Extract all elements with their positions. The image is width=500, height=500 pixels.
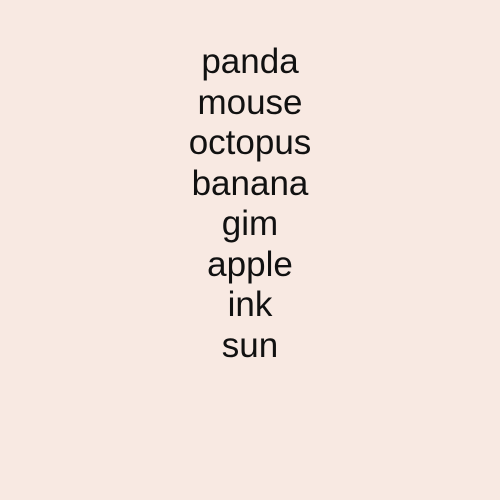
word-item: banana: [191, 163, 309, 203]
word-item: octopus: [188, 123, 312, 162]
word-item: ink: [227, 285, 273, 324]
word-item: sun: [221, 325, 279, 365]
word-item: mouse: [197, 82, 303, 122]
word-list: panda mouse octopus banana gim apple ink…: [0, 42, 500, 366]
word-item: apple: [207, 244, 293, 284]
word-item: panda: [201, 42, 299, 81]
word-item: gim: [221, 204, 279, 243]
